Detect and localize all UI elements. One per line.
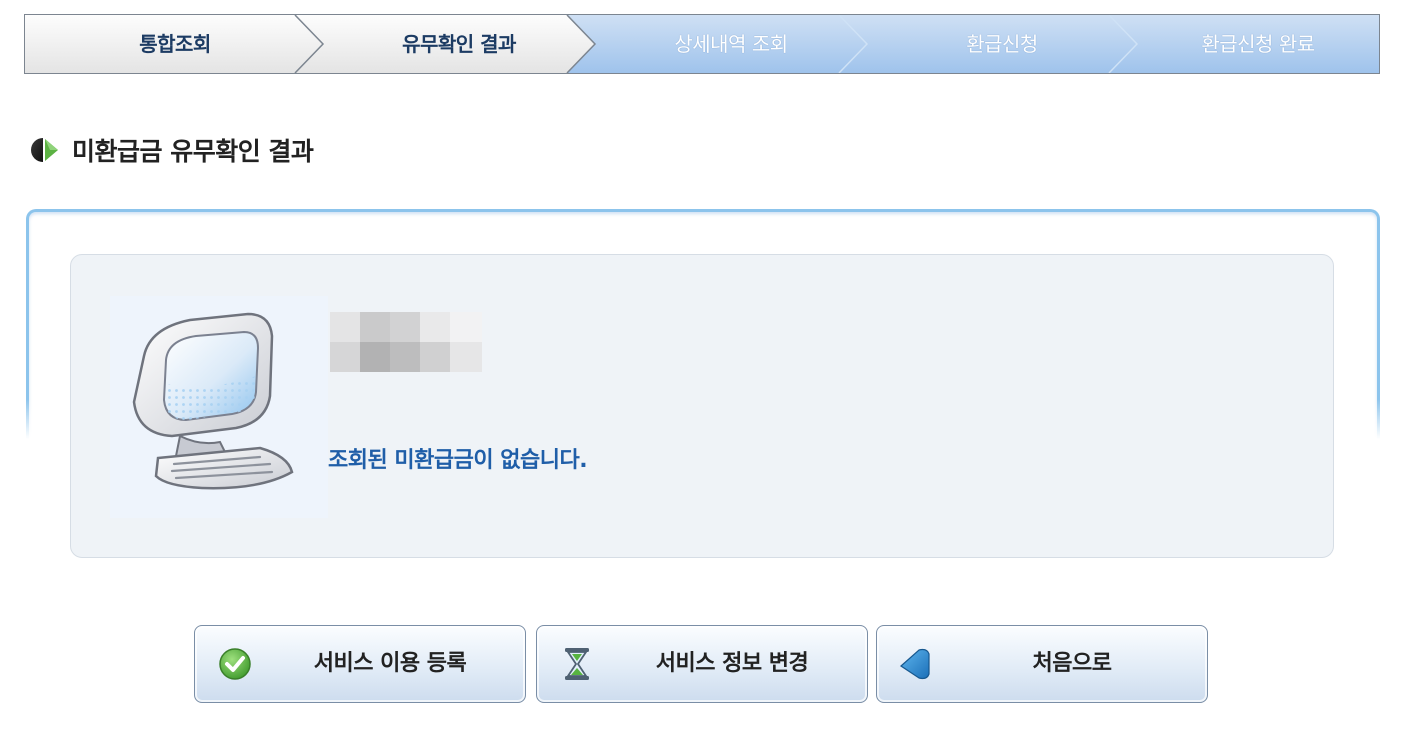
service-change-label: 서비스 정보 변경 xyxy=(655,651,809,676)
computer-icon xyxy=(110,296,328,518)
redacted-name xyxy=(330,312,482,372)
step-detail-inquiry: 상세내역 조회 xyxy=(674,32,788,56)
progress-steps: 통합조회 유무확인 결과 상세내역 조회 환급신청 환급신청 완료 xyxy=(24,14,1380,74)
service-register-button[interactable]: 서비스 이용 등록 xyxy=(194,625,526,703)
hourglass-icon xyxy=(565,648,589,680)
step-check-result: 유무확인 결과 xyxy=(402,32,516,56)
step-refund-request: 환급신청 xyxy=(966,32,1038,56)
section-title: 미환급금 유무확인 결과 xyxy=(72,137,314,166)
go-home-label: 처음으로 xyxy=(1032,651,1112,676)
check-circle-icon xyxy=(219,648,251,680)
back-arrow-icon xyxy=(900,648,930,680)
section-bullet-icon xyxy=(31,138,58,162)
section-header: 미환급금 유무확인 결과 xyxy=(30,132,314,168)
go-home-button[interactable]: 처음으로 xyxy=(876,625,1208,703)
step-integrated-inquiry: 통합조회 xyxy=(139,32,211,56)
no-refund-message: 조회된 미환급금이 없습니다. xyxy=(328,448,588,473)
service-change-button[interactable]: 서비스 정보 변경 xyxy=(536,625,868,703)
service-register-label: 서비스 이용 등록 xyxy=(313,651,467,676)
step-refund-complete: 환급신청 완료 xyxy=(1201,32,1315,56)
